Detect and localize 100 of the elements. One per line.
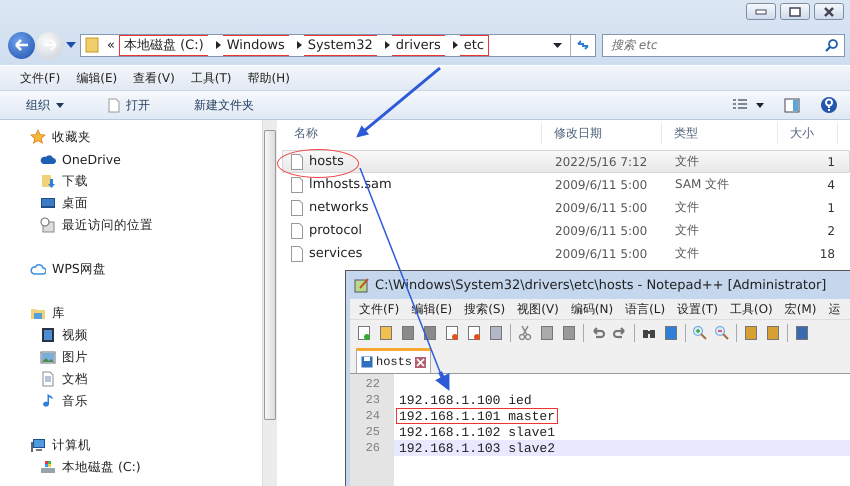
star-icon	[30, 129, 46, 145]
table-cell-text: 2009/6/11 5:00	[554, 178, 648, 192]
nav-item[interactable]: 计算机	[26, 434, 262, 456]
minimize-icon	[755, 8, 767, 14]
menu-item[interactable]: 编码(N)	[566, 300, 620, 318]
menu-item[interactable]: 编辑(E)	[68, 70, 126, 86]
close-button[interactable]	[814, 3, 844, 20]
search-icon[interactable]	[825, 38, 838, 52]
chevron-icon[interactable]	[384, 41, 390, 49]
nav-item[interactable]: 库	[26, 302, 262, 324]
file-icon	[108, 98, 120, 112]
recent-icon	[40, 217, 56, 233]
toolbar-button[interactable]: 组织	[20, 94, 70, 116]
dropdown-icon[interactable]	[553, 42, 562, 48]
line-number: 26	[364, 440, 381, 456]
preview-pane-icon[interactable]	[784, 98, 800, 112]
folder-icon	[85, 37, 99, 53]
dropdown-icon[interactable]	[66, 42, 76, 48]
table-cell-text: 4	[826, 178, 836, 192]
code-line: 192.168.1.102 slave1	[398, 424, 556, 440]
desktop-icon	[40, 195, 56, 211]
file-row[interactable]: services 2009/6/11 5:00 文件 18	[282, 242, 850, 265]
search-field[interactable]: 搜索 etc	[602, 34, 845, 56]
file-icon	[291, 176, 303, 192]
file-name: protocol	[309, 223, 362, 238]
menu-item[interactable]: 视图(V)	[512, 300, 566, 318]
chevron-icon[interactable]	[452, 41, 458, 49]
line-number: 25	[364, 424, 381, 440]
chevron-icon[interactable]	[216, 41, 221, 49]
nav-item[interactable]: 音乐	[26, 390, 262, 412]
menu-item[interactable]: 设置(T)	[672, 300, 725, 318]
menu-item[interactable]: 语言(L)	[620, 300, 672, 318]
zoom-out-icon[interactable]	[714, 325, 730, 341]
file-row[interactable]: protocol 2009/6/11 5:00 文件 2	[282, 219, 850, 242]
close-icon[interactable]	[415, 356, 426, 368]
nav-item[interactable]: 桌面	[26, 192, 262, 214]
chevron-icon[interactable]	[296, 41, 302, 49]
table-cell-text: 2009/6/11 5:00	[554, 224, 648, 238]
menu-item[interactable]: 帮助(H)	[240, 70, 298, 86]
nav-item[interactable]: 视频	[26, 324, 262, 346]
breadcrumb[interactable]: System32	[304, 34, 377, 56]
line-number: 23	[364, 392, 381, 408]
file-row[interactable]: networks 2009/6/11 5:00 文件 1	[282, 196, 850, 219]
menu-item[interactable]: 文件(F)	[354, 300, 406, 318]
toolbar-button[interactable]: 新建文件夹	[188, 94, 260, 116]
code-line: 192.168.1.103 slave2	[398, 440, 556, 456]
menu-item[interactable]: 文件(F)	[12, 70, 68, 86]
menu-item[interactable]: 查看(V)	[125, 70, 183, 86]
close-all-icon[interactable]	[466, 325, 482, 341]
table-cell-text: 2022/5/16 7:12	[554, 154, 648, 168]
nav-item[interactable]: WPS网盘	[26, 258, 262, 280]
close-file-icon[interactable]	[444, 325, 460, 341]
breadcrumb[interactable]: drivers	[392, 34, 445, 56]
file-icon	[291, 154, 303, 170]
column-header[interactable]: 大小	[778, 122, 838, 144]
redo-icon[interactable]	[612, 325, 628, 341]
nav-item[interactable]: 下载	[26, 170, 262, 192]
scrollbar[interactable]	[262, 120, 277, 486]
menu-item[interactable]: 工具(O)	[724, 300, 780, 318]
nav-item[interactable]: 文档	[26, 368, 262, 390]
minimize-button[interactable]	[746, 3, 776, 20]
scissors-icon[interactable]	[517, 325, 533, 341]
address-bar[interactable]: « 本地磁盘 (C:) Windows System32 drivers etc	[80, 34, 596, 56]
menu-item[interactable]: 工具(T)	[182, 70, 240, 86]
column-header[interactable]: 修改日期	[542, 122, 662, 144]
table-cell-text: 文件	[674, 199, 700, 216]
close-icon	[823, 6, 835, 16]
back-button[interactable]	[8, 32, 35, 58]
caret-icon	[56, 102, 64, 108]
breadcrumb[interactable]: 本地磁盘 (C:)	[118, 34, 208, 56]
column-header[interactable]: 名称	[282, 122, 542, 144]
zoom-in-icon[interactable]	[692, 325, 708, 341]
maximize-button[interactable]	[780, 3, 810, 20]
toolbar-button[interactable]: 打开	[102, 94, 156, 116]
new-file-icon[interactable]	[356, 325, 372, 341]
help-icon[interactable]	[820, 96, 838, 114]
nav-item[interactable]: 最近访问的位置	[26, 214, 262, 236]
breadcrumb[interactable]: etc	[460, 34, 490, 56]
video-icon	[40, 327, 56, 343]
table-cell-text: 文件	[674, 153, 700, 170]
file-name: networks	[309, 200, 369, 215]
column-header[interactable]: 类型	[662, 122, 778, 144]
picture-icon	[40, 349, 56, 365]
file-name: hosts	[309, 154, 344, 169]
view-list-icon[interactable]	[732, 99, 764, 111]
undo-icon[interactable]	[590, 325, 606, 341]
document-icon	[40, 371, 56, 387]
breadcrumb[interactable]: «	[103, 34, 119, 56]
nav-item[interactable]: 图片	[26, 346, 262, 368]
nav-item[interactable]: OneDrive	[26, 148, 262, 170]
file-icon	[291, 200, 303, 216]
file-tab[interactable]: hosts	[356, 348, 432, 373]
menu-item[interactable]: 运	[823, 300, 848, 318]
breadcrumb[interactable]: Windows	[222, 34, 289, 56]
nav-item[interactable]: 收藏夹	[26, 126, 262, 148]
nav-item[interactable]: 本地磁盘 (C:)	[26, 456, 262, 478]
refresh-icon[interactable]	[576, 38, 590, 52]
menu-item[interactable]: 宏(M)	[780, 300, 824, 318]
menu-item[interactable]: 搜索(S)	[459, 300, 512, 318]
file-icon	[291, 246, 303, 262]
